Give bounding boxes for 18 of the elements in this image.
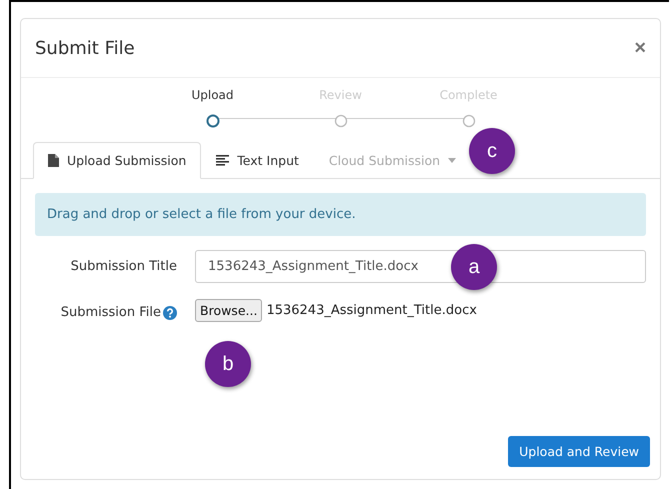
- dialog-title: Submit File: [35, 38, 135, 58]
- info-alert: Drag and drop or select a file from your device.: [35, 193, 646, 236]
- document-icon: [48, 154, 59, 167]
- field-label: Submission File: [60, 305, 161, 320]
- tab[interactable]: Text Input: [201, 142, 314, 179]
- file-name: 1536243_Assignment_Title.docx: [266, 303, 477, 318]
- browse-button[interactable]: Browse...: [195, 299, 262, 322]
- callout-badge: b: [205, 341, 251, 387]
- callout-badge: c: [469, 128, 515, 174]
- field-label: Submission Title: [70, 259, 178, 274]
- help-icon[interactable]: [163, 306, 177, 320]
- text-lines-icon: [216, 155, 230, 166]
- close-button[interactable]: ×: [634, 36, 646, 60]
- step-label: Upload: [191, 88, 234, 102]
- caret-icon: [448, 158, 456, 163]
- tab[interactable]: Upload Submission: [33, 142, 202, 179]
- upload-and-review-button[interactable]: Upload and Review: [508, 436, 650, 467]
- callout-badge: a: [451, 244, 497, 290]
